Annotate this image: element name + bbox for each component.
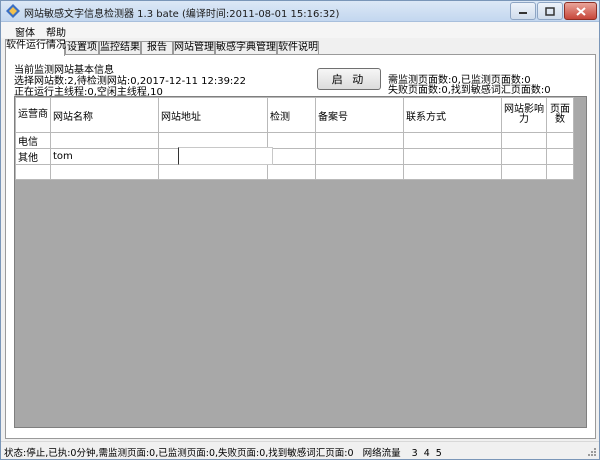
cell-site-name[interactable] <box>50 164 159 180</box>
cell-carrier[interactable]: 其他 <box>15 148 51 165</box>
tab-report[interactable]: 报告 <box>141 41 173 55</box>
cell-influence[interactable] <box>501 164 547 180</box>
close-button[interactable] <box>564 2 597 20</box>
tab-settings[interactable]: 设置项 <box>65 41 99 55</box>
menu-bar: 窗体 帮助 <box>1 22 599 39</box>
column-header-check[interactable]: 检测 <box>267 97 316 133</box>
table-header-row: 运营商 网站名称 网站地址 检测 备案号 联系方式 网站影响力 页面数 <box>15 97 574 133</box>
cell-check[interactable] <box>267 164 316 180</box>
start-button[interactable]: 启 动 <box>317 68 381 90</box>
cell-carrier[interactable] <box>15 164 51 180</box>
resize-grip-icon[interactable] <box>587 447 597 457</box>
main-window: 网站敏感文字信息检测器 1.3 bate (编译时间:2011-08-01 15… <box>0 0 600 460</box>
cell-pages[interactable] <box>546 132 574 149</box>
cell-icp[interactable] <box>315 148 404 165</box>
cell-carrier[interactable]: 电信 <box>15 132 51 149</box>
column-header-site-url[interactable]: 网站地址 <box>158 97 268 133</box>
cell-contact[interactable] <box>403 164 502 180</box>
site-table: 运营商 网站名称 网站地址 检测 备案号 联系方式 网站影响力 页面数 电信 其… <box>15 97 574 180</box>
cell-site-name[interactable]: tom <box>50 148 159 165</box>
minimize-icon <box>519 12 527 14</box>
cell-icp[interactable] <box>315 132 404 149</box>
tab-site-management[interactable]: 网站管理 <box>173 41 215 55</box>
tab-monitor-results[interactable]: 监控结果 <box>99 41 141 55</box>
cell-contact[interactable] <box>403 148 502 165</box>
traffic-values: 3 4 5 <box>411 448 442 459</box>
cell-site-name[interactable] <box>50 132 159 149</box>
window-title: 网站敏感文字信息检测器 1.3 bate (编译时间:2011-08-01 15… <box>24 9 340 20</box>
cell-check[interactable] <box>267 148 316 165</box>
table-row[interactable] <box>15 164 574 180</box>
cell-contact[interactable] <box>403 132 502 149</box>
column-header-icp[interactable]: 备案号 <box>315 97 404 133</box>
table-row[interactable]: 其他 tom <box>15 148 574 165</box>
cell-icp[interactable] <box>315 164 404 180</box>
cell-pages[interactable] <box>546 164 574 180</box>
minimize-button[interactable] <box>510 2 536 20</box>
site-grid[interactable]: 运营商 网站名称 网站地址 检测 备案号 联系方式 网站影响力 页面数 电信 其… <box>14 96 587 428</box>
app-logo-icon <box>6 4 20 18</box>
column-header-carrier[interactable]: 运营商 <box>15 97 51 133</box>
cell-influence[interactable] <box>501 132 547 149</box>
tab-runtime-status[interactable]: 软件运行情况 <box>5 39 66 56</box>
tab-dictionary-management[interactable]: 敏感字典管理 <box>215 41 277 55</box>
status-summary: 状态:停止,已执:0分钟,需监测页面:0,已监测页面:0,失败页面:0,找到敏感… <box>4 448 354 459</box>
table-row[interactable]: 电信 <box>15 132 574 149</box>
failed-page-status: 失败页面数:0,找到敏感词汇页面数:0 <box>388 85 551 96</box>
cell-check[interactable] <box>267 132 316 149</box>
title-bar[interactable]: 网站敏感文字信息检测器 1.3 bate (编译时间:2011-08-01 15… <box>1 1 599 22</box>
status-bar: 状态:停止,已执:0分钟,需监测页面:0,已监测页面:0,失败页面:0,找到敏感… <box>1 441 599 459</box>
menu-help[interactable]: 帮助 <box>44 24 68 39</box>
column-header-influence[interactable]: 网站影响力 <box>501 97 547 133</box>
tab-software-info[interactable]: 软件说明 <box>277 41 319 55</box>
traffic-label: 网络流量 <box>362 448 401 459</box>
cell-edit-box[interactable] <box>178 147 273 165</box>
status-text: 状态:停止,已执:0分钟,需监测页面:0,已监测页面:0,失败页面:0,找到敏感… <box>4 445 442 459</box>
cell-pages[interactable] <box>546 148 574 165</box>
column-header-page-count[interactable]: 页面数 <box>546 97 574 133</box>
maximize-icon <box>545 6 555 16</box>
cell-site-url[interactable] <box>158 164 268 180</box>
maximize-button[interactable] <box>537 2 563 20</box>
cell-influence[interactable] <box>501 148 547 165</box>
menu-window[interactable]: 窗体 <box>13 24 37 39</box>
column-header-contact[interactable]: 联系方式 <box>403 97 502 133</box>
column-header-site-name[interactable]: 网站名称 <box>50 97 159 133</box>
close-icon <box>575 6 586 16</box>
